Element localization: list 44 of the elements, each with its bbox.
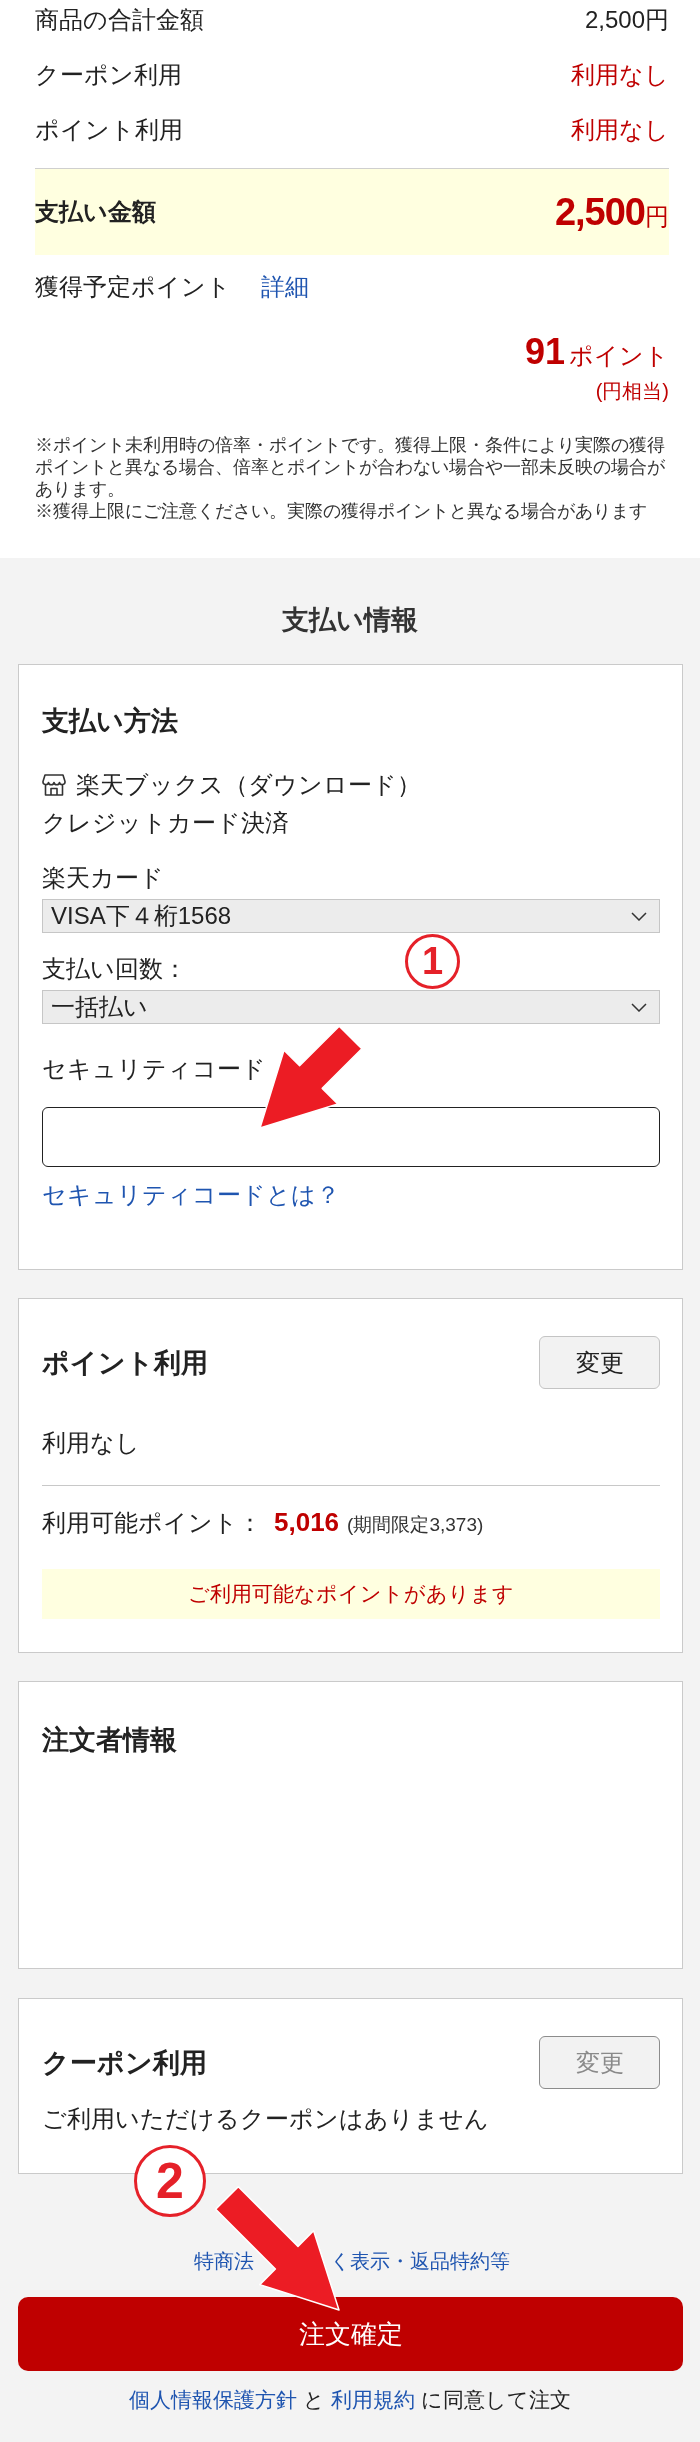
terms-link[interactable]: 個人情報保護方針 [129,2388,298,2411]
yen-equivalent-note: (円相当) [595,378,669,404]
summary-value: 利用なし [571,115,669,145]
points-notice: ご利用可能なポイントがあります [42,1569,660,1619]
legal-notice-link[interactable]: く表示・返品特約等 [330,2245,510,2277]
earned-points-label: 獲得予定ポイント [35,272,231,302]
chevron-down-icon [631,1002,647,1012]
card-title: 注文者情報 [42,1724,178,1757]
field-label: 楽天カード [42,863,164,893]
confirm-order-button[interactable]: 注文確定 [18,2297,683,2371]
coupon-status: ご利用いただけるクーポンはありません [42,2104,489,2134]
payment-method-name: クレジットカード決済 [42,808,289,838]
available-points: 利用可能ポイント： 5,016 (期間限定3,373) [42,1506,484,1539]
summary-value: 2,500円 [584,5,669,35]
security-code-help-link[interactable]: セキュリティコードとは？ [42,1177,340,1213]
summary-value: 利用なし [571,60,669,90]
usage-status: 利用なし [42,1428,140,1458]
consent-text: 個人情報保護方針 と 利用規約 に同意して注文 [129,2387,571,2413]
summary-label: 商品の合計金額 [35,5,204,35]
card-title: 支払い方法 [42,705,179,738]
chevron-down-icon [631,911,647,921]
field-label: 支払い回数： [42,954,187,984]
dropdown-select[interactable]: VISA下４桁1568 [42,899,660,933]
dropdown-select[interactable]: 一括払い [42,990,660,1024]
points-note: ※ポイント未利用時の倍率・ポイントです。獲得上限・条件により実際の獲得ポイントと異なる場合、倍率とポイントが合わない場合や一部未反映の場合があります。 [35,434,666,500]
card-title: クーポン利用 [42,2046,207,2080]
points-note: ※獲得上限にご注意ください。実際の獲得ポイントと異なる場合があります [35,500,648,522]
step-number-callout: 2 [134,2145,206,2217]
details-link[interactable]: 詳細 [261,271,309,303]
card-title: ポイント利用 [42,1346,208,1380]
change-button[interactable]: 変更 [539,1336,660,1389]
section-title: 支払い情報 [282,604,418,637]
summary-label: クーポン利用 [35,60,182,90]
step-number-callout: 1 [405,934,460,989]
total-amount: 2,500円 [554,190,669,234]
total-label: 支払い金額 [35,197,156,227]
terms-link[interactable]: 利用規約 [330,2388,415,2411]
shop-icon [42,774,66,796]
security-code-input[interactable] [42,1107,660,1167]
field-label: セキュリティコード [42,1054,266,1084]
shop-name: 楽天ブックス（ダウンロード） [76,770,421,800]
summary-label: ポイント利用 [35,115,183,145]
earned-points-value: 91 ポイント [524,331,669,373]
legal-notice-link[interactable]: 特商法 [194,2245,254,2277]
